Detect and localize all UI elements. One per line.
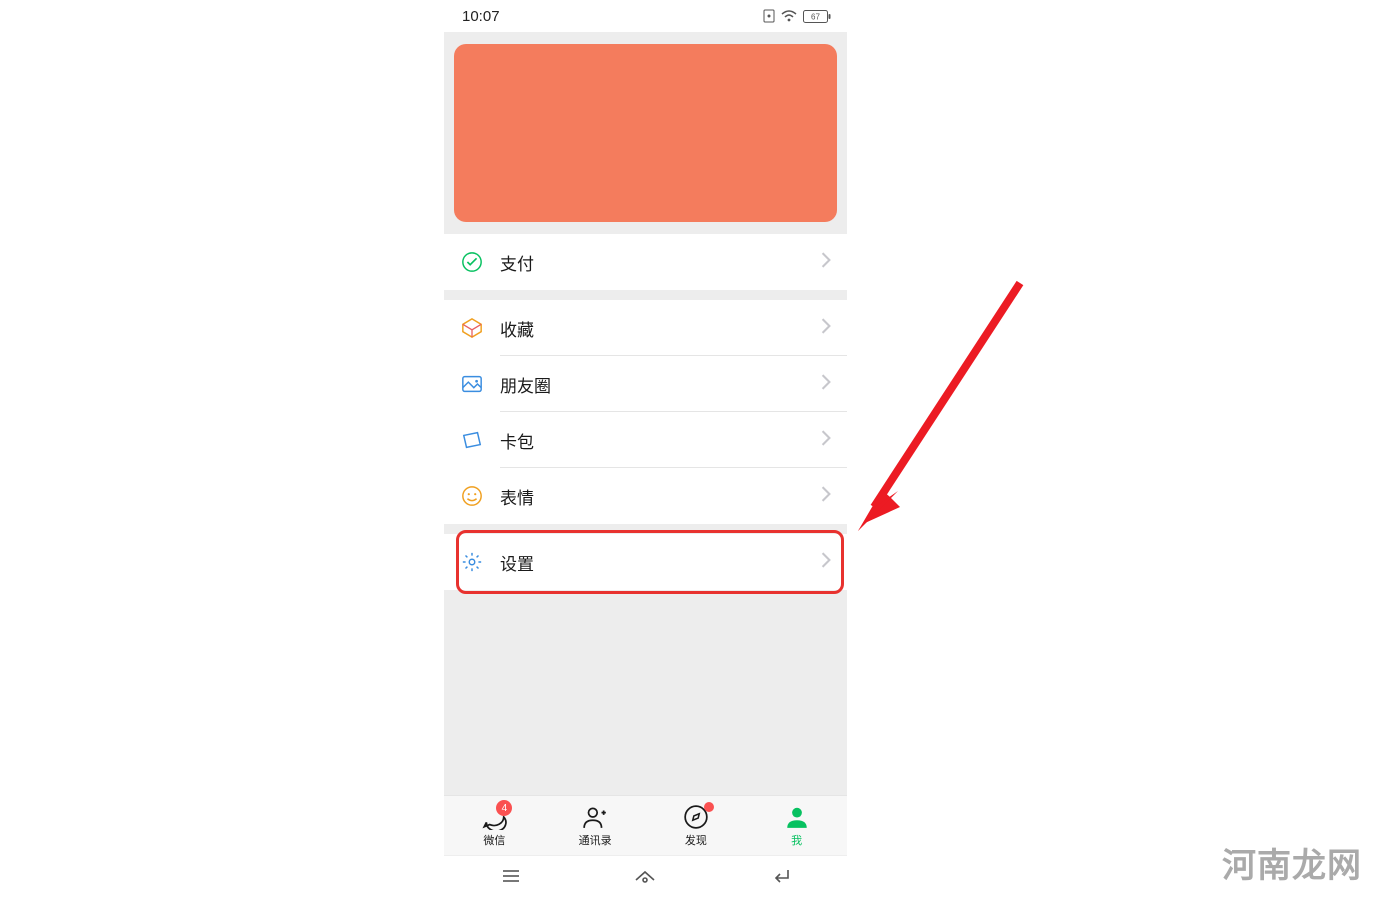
contacts-icon	[582, 804, 608, 830]
battery-icon: 67	[803, 10, 831, 23]
chevron-right-icon	[821, 252, 831, 273]
menu-item-moments[interactable]: 朋友圈	[444, 356, 847, 412]
tab-me[interactable]: 我	[746, 796, 847, 855]
spacer	[444, 524, 847, 534]
favorites-icon	[460, 316, 484, 340]
tab-contacts[interactable]: 通讯录	[545, 796, 646, 855]
tab-dot	[704, 802, 714, 812]
menu-label: 朋友圈	[500, 372, 821, 397]
sim-icon	[763, 9, 775, 23]
profile-card-redacted[interactable]	[454, 44, 837, 222]
tab-label: 微信	[483, 832, 505, 848]
chevron-right-icon	[821, 318, 831, 339]
cards-icon	[460, 428, 484, 452]
tab-label: 通讯录	[579, 832, 612, 848]
device-nav-bar	[444, 855, 847, 895]
menu-item-settings[interactable]: 设置	[444, 534, 847, 590]
menu-label: 收藏	[500, 316, 821, 341]
nav-back-button[interactable]	[760, 864, 800, 888]
bottom-tab-bar: 4 微信 通讯录 发现 我	[444, 795, 847, 855]
spacer	[444, 290, 847, 300]
menu-group-settings: 设置	[444, 534, 847, 590]
phone-frame: 10:07 67 支付	[444, 0, 847, 895]
chevron-right-icon	[821, 374, 831, 395]
menu-group-pay: 支付	[444, 234, 847, 290]
nav-recent-button[interactable]	[491, 864, 531, 888]
tab-label: 发现	[685, 832, 707, 848]
menu-item-cards[interactable]: 卡包	[444, 412, 847, 468]
nav-home-button[interactable]	[625, 864, 665, 888]
status-time: 10:07	[462, 8, 500, 25]
chevron-right-icon	[821, 430, 831, 451]
pay-icon	[460, 250, 484, 274]
wifi-icon	[781, 10, 797, 22]
sticker-icon	[460, 484, 484, 508]
menu-item-pay[interactable]: 支付	[444, 234, 847, 290]
tab-chats[interactable]: 4 微信	[444, 796, 545, 855]
menu-label: 表情	[500, 484, 821, 509]
tab-badge: 4	[496, 800, 512, 816]
spacer	[444, 222, 847, 234]
chevron-right-icon	[821, 552, 831, 573]
annotation-arrow	[850, 275, 1030, 545]
menu-item-sticker[interactable]: 表情	[444, 468, 847, 524]
menu-label: 卡包	[500, 428, 821, 453]
menu-label: 设置	[500, 550, 821, 575]
menu-group-main: 收藏 朋友圈 卡包	[444, 300, 847, 524]
settings-icon	[460, 550, 484, 574]
watermark: 河南龙网	[1222, 838, 1362, 887]
moments-icon	[460, 372, 484, 396]
menu-item-favorites[interactable]: 收藏	[444, 300, 847, 356]
battery-text: 67	[811, 12, 820, 21]
menu-label: 支付	[500, 250, 821, 275]
me-icon	[784, 804, 810, 830]
status-bar: 10:07 67	[444, 0, 847, 32]
tab-label: 我	[791, 832, 802, 848]
tab-discover[interactable]: 发现	[646, 796, 747, 855]
status-icons: 67	[763, 9, 831, 23]
chevron-right-icon	[821, 486, 831, 507]
